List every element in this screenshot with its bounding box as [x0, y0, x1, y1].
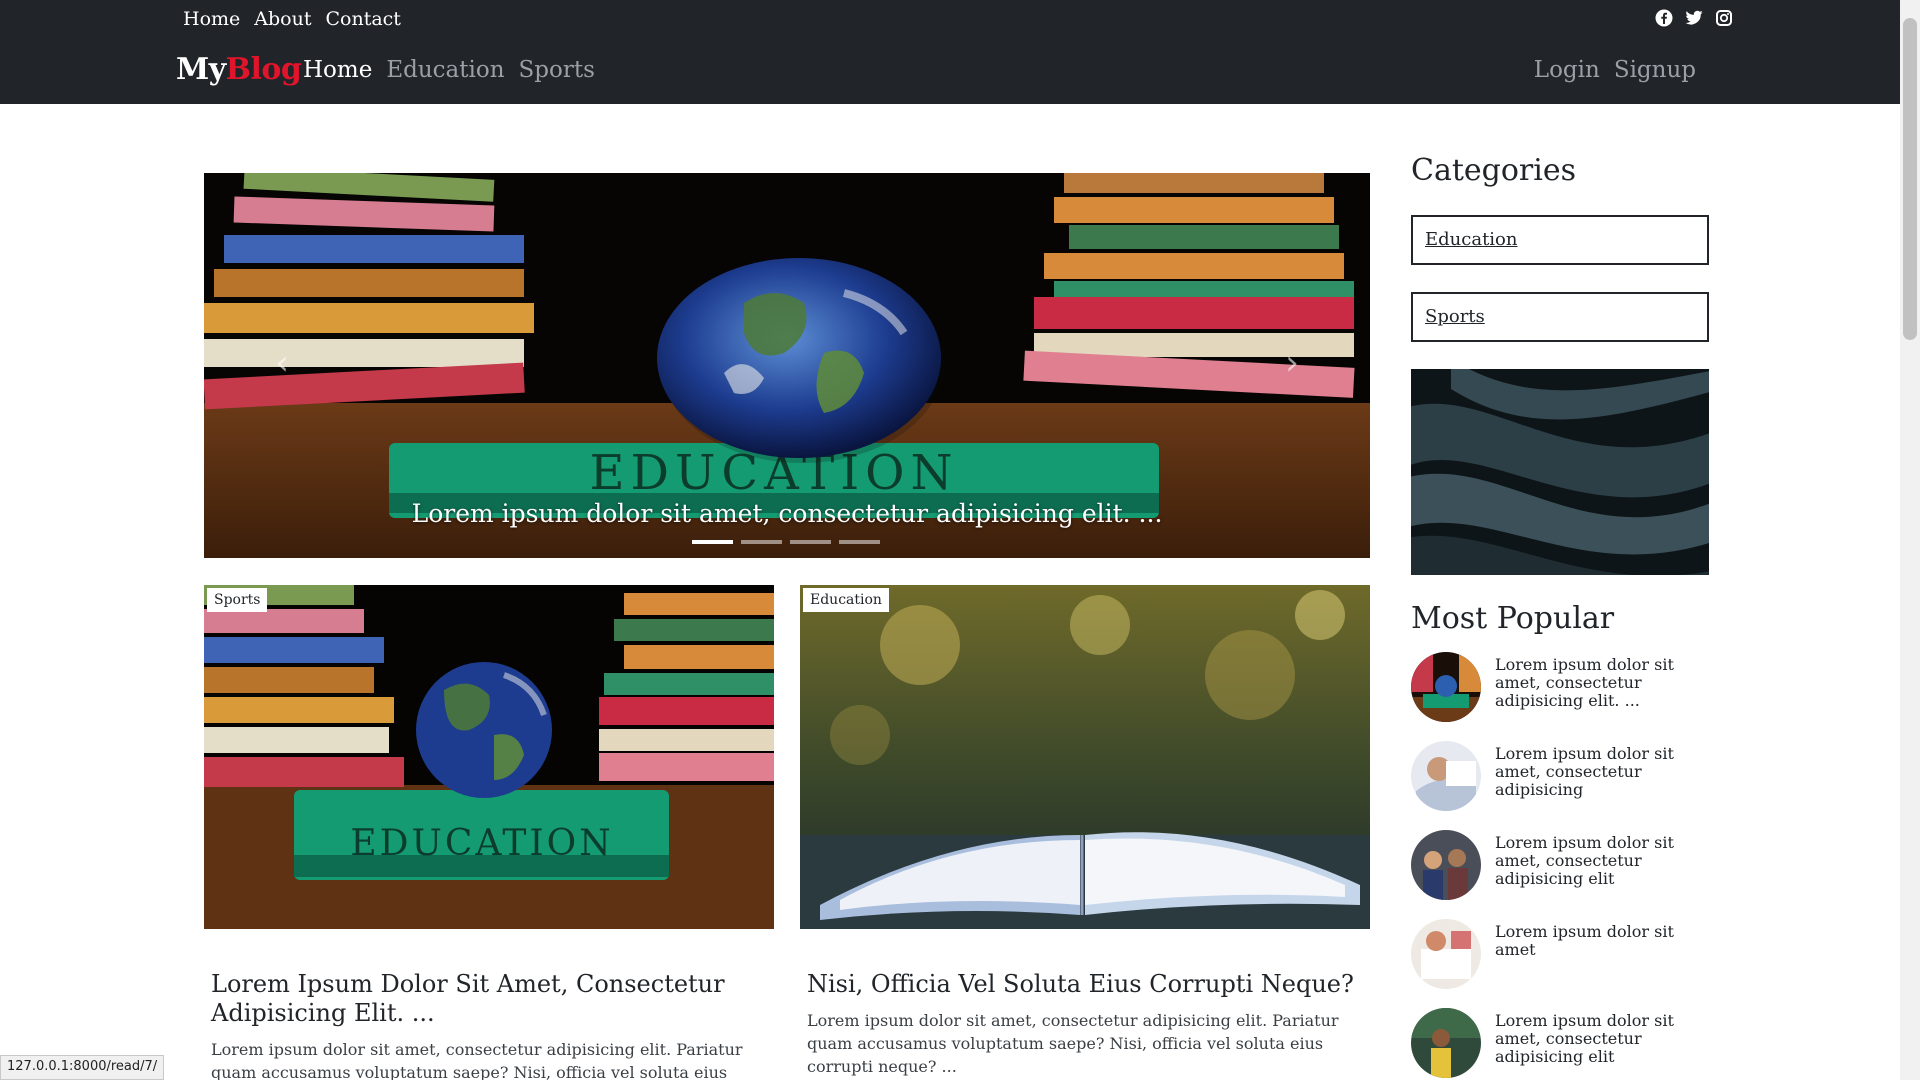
facebook-icon[interactable] — [1655, 9, 1673, 27]
post-category-badge[interactable]: Education — [803, 588, 889, 612]
carousel-indicator-4[interactable] — [839, 540, 880, 544]
carousel-prev-button[interactable]: ‹ — [262, 343, 302, 383]
scrollbar-thumb[interactable] — [1903, 18, 1917, 340]
category-sports-button[interactable]: Sports — [1411, 292, 1709, 342]
carousel-caption: Lorem ipsum dolor sit amet, consectetur … — [411, 499, 1163, 528]
browser-status-url: 127.0.0.1:8000/read/7/ — [0, 1055, 165, 1080]
popular-post-item[interactable]: Lorem ipsum dolor sit amet, consectetur … — [1411, 652, 1709, 725]
auth-nav: Login Signup — [1534, 57, 1696, 83]
popular-post-title[interactable]: Lorem ipsum dolor sit amet — [1495, 923, 1685, 959]
nav-education-link[interactable]: Education — [386, 57, 504, 83]
logo-text-my: My — [176, 52, 226, 87]
category-education-button[interactable]: Education — [1411, 215, 1709, 265]
post-card[interactable]: EDUCATION Sports Lorem Ipsum Dolor Sit A… — [204, 585, 774, 1080]
popular-post-title[interactable]: Lorem ipsum dolor sit amet, consectetur … — [1495, 1012, 1685, 1066]
logo-text-blog: Blog — [225, 52, 302, 87]
top-nav-contact-link[interactable]: Contact — [325, 8, 400, 30]
page-scrollbar[interactable] — [1900, 0, 1920, 1080]
carousel-indicator-3[interactable] — [790, 540, 831, 544]
popular-post-title[interactable]: Lorem ipsum dolor sit amet, consectetur … — [1495, 745, 1685, 799]
categories-heading: Categories — [1411, 153, 1576, 188]
carousel-next-button[interactable]: › — [1272, 343, 1312, 383]
post-title[interactable]: Nisi, Officia Vel Soluta Eius Corrupti N… — [800, 970, 1370, 999]
carousel-indicator-2[interactable] — [741, 540, 782, 544]
nav-home-link[interactable]: Home — [303, 57, 372, 83]
main-nav: Home Education Sports — [303, 57, 595, 83]
svg-text:EDUCATION: EDUCATION — [350, 823, 613, 864]
post-thumbnail[interactable]: Education — [800, 585, 1370, 929]
nav-sports-link[interactable]: Sports — [519, 57, 595, 83]
site-logo[interactable]: MyBlog — [176, 52, 302, 87]
sidebar: Categories Education Sports Most Popular… — [1411, 153, 1709, 1080]
post-excerpt: Lorem ipsum dolor sit amet, consectetur … — [807, 1011, 1339, 1076]
popular-post-thumbnail[interactable] — [1411, 652, 1481, 722]
top-nav-home-link[interactable]: Home — [183, 8, 240, 30]
most-popular-heading: Most Popular — [1411, 601, 1615, 636]
top-nav-about-link[interactable]: About — [254, 8, 311, 30]
popular-post-item[interactable]: Lorem ipsum dolor sit amet — [1411, 919, 1709, 992]
popular-post-thumbnail[interactable] — [1411, 741, 1481, 811]
popular-post-thumbnail[interactable] — [1411, 919, 1481, 989]
post-category-badge[interactable]: Sports — [207, 588, 268, 612]
social-links — [1655, 9, 1733, 27]
twitter-icon[interactable] — [1685, 9, 1703, 27]
post-title[interactable]: Lorem Ipsum Dolor Sit Amet, Consectetur … — [204, 970, 774, 1028]
popular-post-thumbnail[interactable] — [1411, 1008, 1481, 1078]
post-image: EDUCATION — [204, 585, 774, 929]
popular-post-title[interactable]: Lorem ipsum dolor sit amet, consectetur … — [1495, 656, 1685, 710]
carousel-indicator-1[interactable] — [692, 540, 733, 544]
post-image — [800, 585, 1370, 929]
signup-link[interactable]: Signup — [1614, 57, 1696, 83]
post-thumbnail[interactable]: EDUCATION Sports — [204, 585, 774, 929]
site-header: Home About Contact MyBlog Home Education… — [0, 0, 1900, 104]
popular-post-item[interactable]: Lorem ipsum dolor sit amet, consectetur … — [1411, 830, 1709, 903]
instagram-icon[interactable] — [1715, 9, 1733, 27]
sidebar-banner-image — [1411, 369, 1709, 575]
login-link[interactable]: Login — [1534, 57, 1600, 83]
popular-post-item[interactable]: Lorem ipsum dolor sit amet, consectetur … — [1411, 1008, 1709, 1080]
top-nav: Home About Contact — [183, 8, 401, 30]
post-card[interactable]: Education Nisi, Officia Vel Soluta Eius … — [800, 585, 1370, 1078]
popular-post-item[interactable]: Lorem ipsum dolor sit amet, consectetur … — [1411, 741, 1709, 814]
popular-post-title[interactable]: Lorem ipsum dolor sit amet, consectetur … — [1495, 834, 1685, 888]
carousel-indicators — [692, 540, 880, 544]
popular-post-thumbnail[interactable] — [1411, 830, 1481, 900]
post-excerpt: Lorem ipsum dolor sit amet, consectetur … — [211, 1040, 743, 1080]
hero-carousel[interactable]: EDUCATION ‹ › Lorem ipsum dolor sit amet… — [204, 173, 1370, 558]
